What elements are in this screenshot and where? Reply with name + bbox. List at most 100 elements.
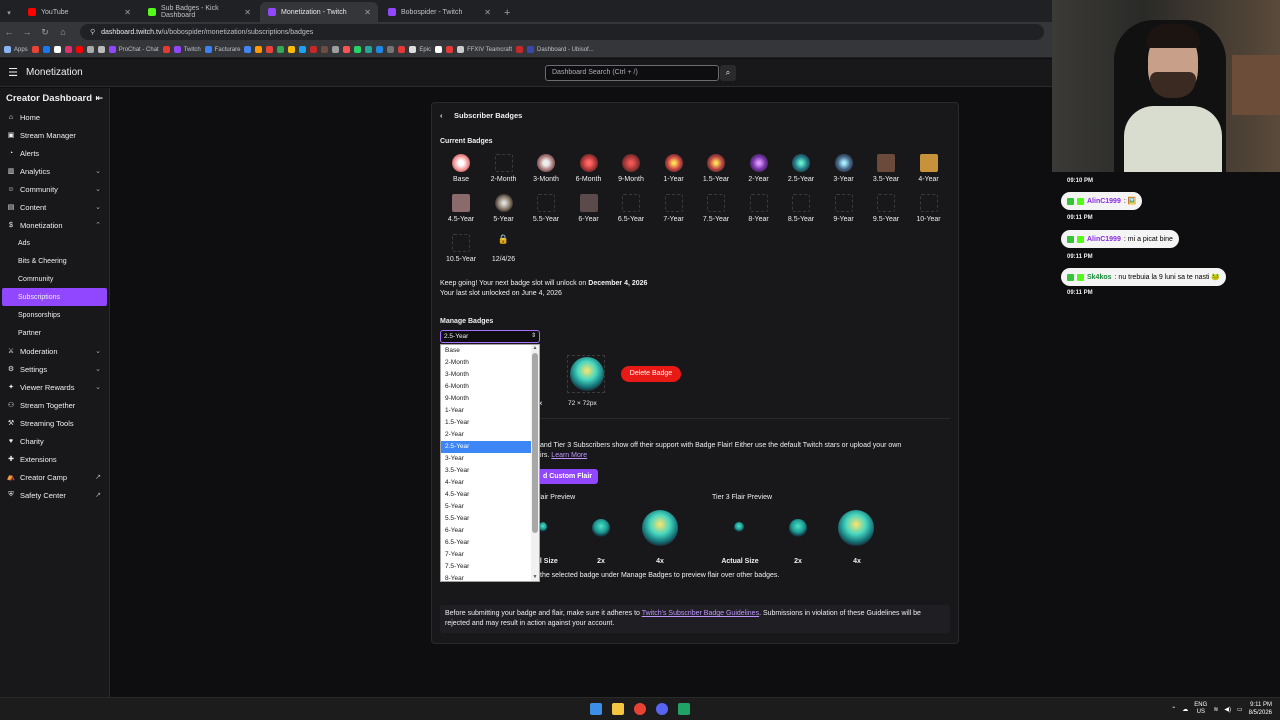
sidebar-item-home[interactable]: ⌂ Home — [0, 108, 109, 126]
dropdown-option[interactable]: 6.5-Year — [441, 537, 532, 549]
bookmark-icon[interactable] — [244, 46, 252, 53]
badge-slot[interactable]: 4-Year — [908, 154, 950, 183]
bookmark-prochat[interactable]: ProChat - Chat — [108, 46, 159, 53]
bookmark-twitch[interactable]: Twitch — [173, 46, 201, 53]
badge-slot[interactable]: 1.5-Year — [695, 154, 737, 183]
badge-slot[interactable]: 2.5-Year — [780, 154, 822, 183]
bookmark-icon[interactable] — [310, 46, 318, 53]
back-icon[interactable]: ← — [0, 27, 18, 37]
badge-slot[interactable]: 7.5-Year — [695, 194, 737, 223]
sidebar-item-extensions[interactable]: ✚ Extensions — [0, 450, 109, 468]
dropdown-option[interactable]: 1.5-Year — [441, 417, 532, 429]
youtube-icon[interactable] — [75, 46, 83, 53]
language-indicator[interactable]: ENG US — [1194, 702, 1207, 716]
badge-slot[interactable]: Base — [440, 154, 482, 183]
dropdown-option[interactable]: 4.5-Year — [441, 489, 532, 501]
bookmark-icon[interactable] — [387, 46, 395, 53]
sidebar-item-alerts[interactable]: ◔ Alerts — [0, 144, 109, 162]
forward-icon[interactable]: → — [18, 27, 36, 37]
sidebar-item-stream-manager[interactable]: ▣ Stream Manager — [0, 126, 109, 144]
bookmark-icon[interactable] — [354, 46, 362, 53]
back-arrow-icon[interactable]: ‹ — [440, 111, 454, 120]
bookmark-icon[interactable] — [446, 46, 454, 53]
bookmark-icon[interactable] — [516, 46, 523, 53]
bookmark-icon[interactable] — [376, 46, 384, 53]
menu-icon[interactable]: ☰ — [0, 66, 26, 79]
bookmark-icon[interactable] — [332, 46, 340, 53]
bookmark-icon[interactable] — [435, 46, 443, 53]
close-tab-icon[interactable]: ✕ — [364, 8, 371, 17]
bookmark-ffxiv[interactable]: FFXIV Teamcraft — [457, 46, 512, 53]
bookmark-facturare[interactable]: Facturare — [204, 46, 240, 53]
badge-slot[interactable]: 9-Year — [823, 194, 865, 223]
learn-more-link[interactable]: Learn More — [551, 452, 587, 459]
badge-slot[interactable]: 9.5-Year — [865, 194, 907, 223]
dropdown-option[interactable]: 3-Month — [441, 369, 532, 381]
badge-slot[interactable]: 6.5-Year — [610, 194, 652, 223]
excel-icon[interactable] — [678, 703, 690, 715]
bookmark-icon[interactable] — [321, 46, 329, 53]
sidebar-item-safety-center[interactable]: ⛨ Safety Center ↗ — [0, 486, 109, 504]
badge-select-dropdown[interactable]: Base 2-Month 3-Month 6-Month 9-Month 1-Year 1.… — [440, 344, 540, 582]
tab-kick-dashboard[interactable]: Sub Badges - Kick Dashboard ✕ — [140, 2, 258, 22]
chrome-icon[interactable] — [634, 703, 646, 715]
sidebar-item-viewer-rewards[interactable]: ✦ Viewer Rewards ⌄ — [0, 378, 109, 396]
bookmark-icon[interactable] — [365, 46, 373, 53]
badge-slot[interactable]: 6-Month — [568, 154, 610, 183]
discord-icon[interactable] — [656, 703, 668, 715]
reload-icon[interactable]: ↻ — [36, 27, 54, 38]
badge-slot[interactable]: 1-Year — [653, 154, 695, 183]
badge-slot[interactable]: 3-Month — [525, 154, 567, 183]
cloud-icon[interactable]: ☁ — [1182, 706, 1188, 713]
bookmark-icon[interactable] — [162, 46, 170, 53]
dashboard-search-input[interactable]: Dashboard Search (Ctrl + /) — [545, 65, 719, 81]
badge-slot[interactable]: 2-Year — [738, 154, 780, 183]
sidebar-item-settings[interactable]: ⚙ Settings ⌄ — [0, 360, 109, 378]
badge-slot[interactable]: 3.5-Year — [865, 154, 907, 183]
bookmark-apps[interactable]: Apps — [4, 46, 28, 53]
sidebar-item-content[interactable]: ▤ Content ⌄ — [0, 198, 109, 216]
badge-slot[interactable]: 8.5-Year — [780, 194, 822, 223]
sidebar-subitem-partner[interactable]: Partner — [0, 324, 109, 342]
dropdown-option[interactable]: 2.5-Year — [441, 441, 532, 453]
scroll-down-icon[interactable]: ▼ — [532, 574, 538, 580]
instagram-icon[interactable] — [64, 46, 72, 53]
upload-custom-flair-button[interactable]: d Custom Flair — [532, 469, 598, 484]
sidebar-subitem-subscriptions[interactable]: Subscriptions — [2, 288, 107, 306]
badge-slot[interactable]: 8-Year — [738, 194, 780, 223]
bookmark-icon[interactable] — [343, 46, 351, 53]
dropdown-option[interactable]: 6-Month — [441, 381, 532, 393]
dropdown-option[interactable]: 5.5-Year — [441, 513, 532, 525]
bookmark-ubisoft[interactable]: Dashboard - Ubisof... — [527, 46, 594, 53]
tray-chevron-icon[interactable]: ⌃ — [1171, 706, 1176, 713]
badge-slot[interactable]: 10.5-Year — [440, 234, 482, 263]
sidebar-item-creator-camp[interactable]: ⛺ Creator Camp ↗ — [0, 468, 109, 486]
badge-slot[interactable]: 5-Year — [483, 194, 525, 223]
tab-monetization-twitch[interactable]: Monetization - Twitch ✕ — [260, 2, 378, 22]
site-info-icon[interactable]: ⚲ — [90, 28, 95, 36]
dropdown-option[interactable]: 3-Year — [441, 453, 532, 465]
sidebar-subitem-bits-cheering[interactable]: Bits & Cheering — [0, 252, 109, 270]
badge-slot[interactable]: 6-Year — [568, 194, 610, 223]
scroll-up-icon[interactable]: ▲ — [532, 345, 538, 351]
dropdown-option[interactable]: 5-Year — [441, 501, 532, 513]
bookmark-epic[interactable]: Epic — [409, 46, 431, 53]
sidebar-item-charity[interactable]: ♥ Charity — [0, 432, 109, 450]
sidebar-item-community[interactable]: ☺ Community ⌄ — [0, 180, 109, 198]
delete-badge-button[interactable]: Delete Badge — [621, 366, 681, 382]
tab-search-icon[interactable]: ▾ — [0, 9, 18, 17]
badge-slot[interactable]: 5.5-Year — [525, 194, 567, 223]
badge-slot[interactable]: 10-Year — [908, 194, 950, 223]
sidebar-item-moderation[interactable]: ⚔ Moderation ⌄ — [0, 342, 109, 360]
sidebar-subitem-community[interactable]: Community — [0, 270, 109, 288]
file-explorer-icon[interactable] — [612, 703, 624, 715]
bookmark-icon[interactable] — [277, 46, 285, 53]
bookmark-icon[interactable] — [299, 46, 307, 53]
badge-select[interactable]: 2.5-Year ⇕ — [440, 330, 540, 343]
clock[interactable]: 9:11 PM 8/5/2026 — [1249, 701, 1272, 717]
dropdown-option[interactable]: 6-Year — [441, 525, 532, 537]
dropdown-option[interactable]: 2-Month — [441, 357, 532, 369]
bookmark-icon[interactable] — [255, 46, 263, 53]
close-tab-icon[interactable]: ✕ — [244, 8, 251, 17]
close-tab-icon[interactable]: ✕ — [124, 8, 131, 17]
